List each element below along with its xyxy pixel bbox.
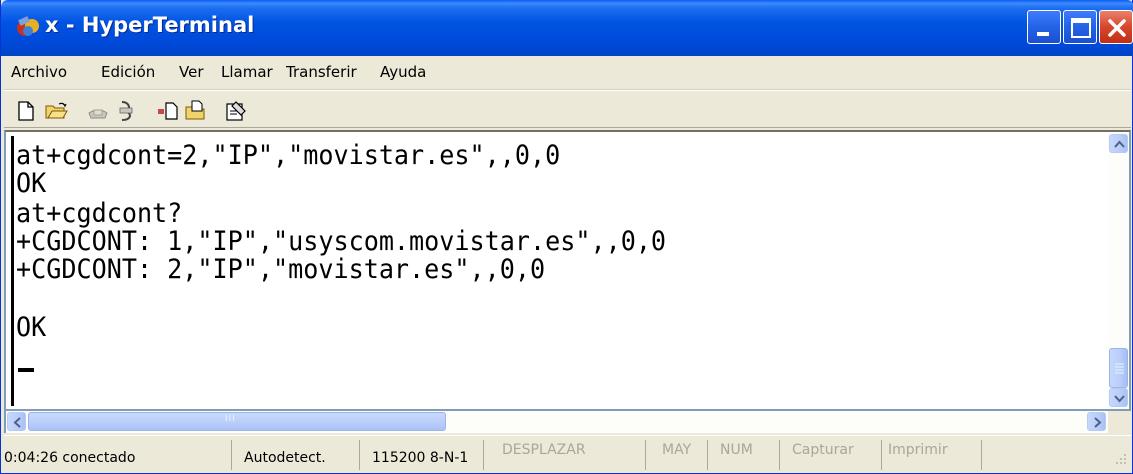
- status-port-text: 115200 8-N-1: [372, 450, 469, 466]
- status-caps-text: MAY: [662, 442, 692, 458]
- status-num-text: NUM: [720, 442, 753, 458]
- menu-edicion[interactable]: Edición: [101, 63, 155, 81]
- minimize-button[interactable]: [1027, 10, 1061, 44]
- hyperterminal-icon: [17, 16, 39, 36]
- terminal-output[interactable]: at+cgdcont=2,"IP","movistar.es",,0,0 OK …: [4, 130, 1131, 411]
- open-icon[interactable]: [44, 99, 68, 123]
- chevron-left-icon: [13, 417, 21, 428]
- grip-icon: [1115, 363, 1124, 374]
- call-icon[interactable]: [86, 99, 110, 123]
- menu-llamar[interactable]: Llamar: [221, 63, 273, 81]
- terminal-line: at+cgdcont?: [16, 198, 183, 229]
- status-detect-text: Autodetect.: [244, 450, 326, 466]
- resize-grip-icon[interactable]: [1112, 450, 1128, 466]
- menu-archivo[interactable]: Archivo: [11, 63, 67, 81]
- toolbar: [4, 90, 1131, 128]
- text-cursor: [18, 368, 34, 372]
- window-title: x - HyperTerminal: [45, 13, 255, 37]
- maximize-icon: [1071, 18, 1091, 38]
- terminal-left-rule: [11, 136, 14, 406]
- scroll-right-button[interactable]: [1087, 412, 1106, 431]
- status-caps: MAY: [658, 440, 708, 470]
- new-icon[interactable]: [14, 99, 38, 123]
- vertical-scroll-thumb[interactable]: [1109, 348, 1128, 388]
- scroll-left-button[interactable]: [7, 412, 26, 431]
- terminal-line: at+cgdcont=2,"IP","movistar.es",,0,0: [16, 140, 561, 171]
- status-scroll: DESPLAZAR: [496, 440, 646, 470]
- chevron-right-icon: [1094, 417, 1102, 428]
- scroll-down-button[interactable]: [1109, 388, 1128, 407]
- status-print: Imprimir: [888, 440, 982, 470]
- terminal-line: OK: [16, 312, 47, 343]
- chevron-down-icon: [1114, 395, 1125, 403]
- hyperterminal-window: x - HyperTerminal Archivo Edición Ver Ll…: [0, 0, 1133, 474]
- status-bar: 0:04:26 conectado Autodetect. 115200 8-N…: [4, 435, 1131, 471]
- terminal-line: +CGDCONT: 1,"IP","usyscom.movistar.es",,…: [16, 226, 667, 257]
- status-connection-text: 0:04:26 conectado: [4, 450, 136, 466]
- close-icon: [1108, 19, 1126, 37]
- menu-ver[interactable]: Ver: [179, 63, 204, 81]
- vertical-scrollbar[interactable]: [1108, 132, 1129, 409]
- terminal-line: +CGDCONT: 2,"IP","movistar.es",,0,0: [16, 254, 546, 285]
- menu-bar: Archivo Edición Ver Llamar Transferir Ay…: [4, 56, 1131, 90]
- maximize-button[interactable]: [1063, 10, 1097, 44]
- chevron-up-icon: [1114, 140, 1125, 148]
- status-capture-text: Capturar: [792, 442, 854, 458]
- scroll-up-button[interactable]: [1109, 134, 1128, 153]
- disconnect-icon[interactable]: [114, 99, 138, 123]
- scrollbar-corner: [1108, 411, 1131, 433]
- status-scroll-text: DESPLAZAR: [502, 442, 586, 458]
- send-icon[interactable]: [156, 99, 180, 123]
- status-detect: Autodetect.: [244, 440, 360, 470]
- status-connection: 0:04:26 conectado: [4, 440, 232, 470]
- properties-icon[interactable]: [224, 99, 248, 123]
- horizontal-scroll-thumb[interactable]: III: [28, 412, 446, 431]
- minimize-icon: [1037, 32, 1049, 36]
- close-button[interactable]: [1099, 10, 1133, 44]
- status-num: NUM: [720, 440, 780, 470]
- menu-transferir[interactable]: Transferir: [286, 63, 357, 81]
- receive-icon[interactable]: [184, 99, 208, 123]
- horizontal-scrollbar[interactable]: III: [4, 411, 1108, 433]
- menu-ayuda[interactable]: Ayuda: [380, 63, 426, 81]
- title-bar[interactable]: x - HyperTerminal: [1, 0, 1133, 56]
- status-port: 115200 8-N-1: [372, 440, 484, 470]
- grip-icon: III: [225, 414, 236, 424]
- terminal-line: OK: [16, 168, 47, 199]
- status-capture: Capturar: [792, 440, 882, 470]
- status-print-text: Imprimir: [888, 442, 948, 458]
